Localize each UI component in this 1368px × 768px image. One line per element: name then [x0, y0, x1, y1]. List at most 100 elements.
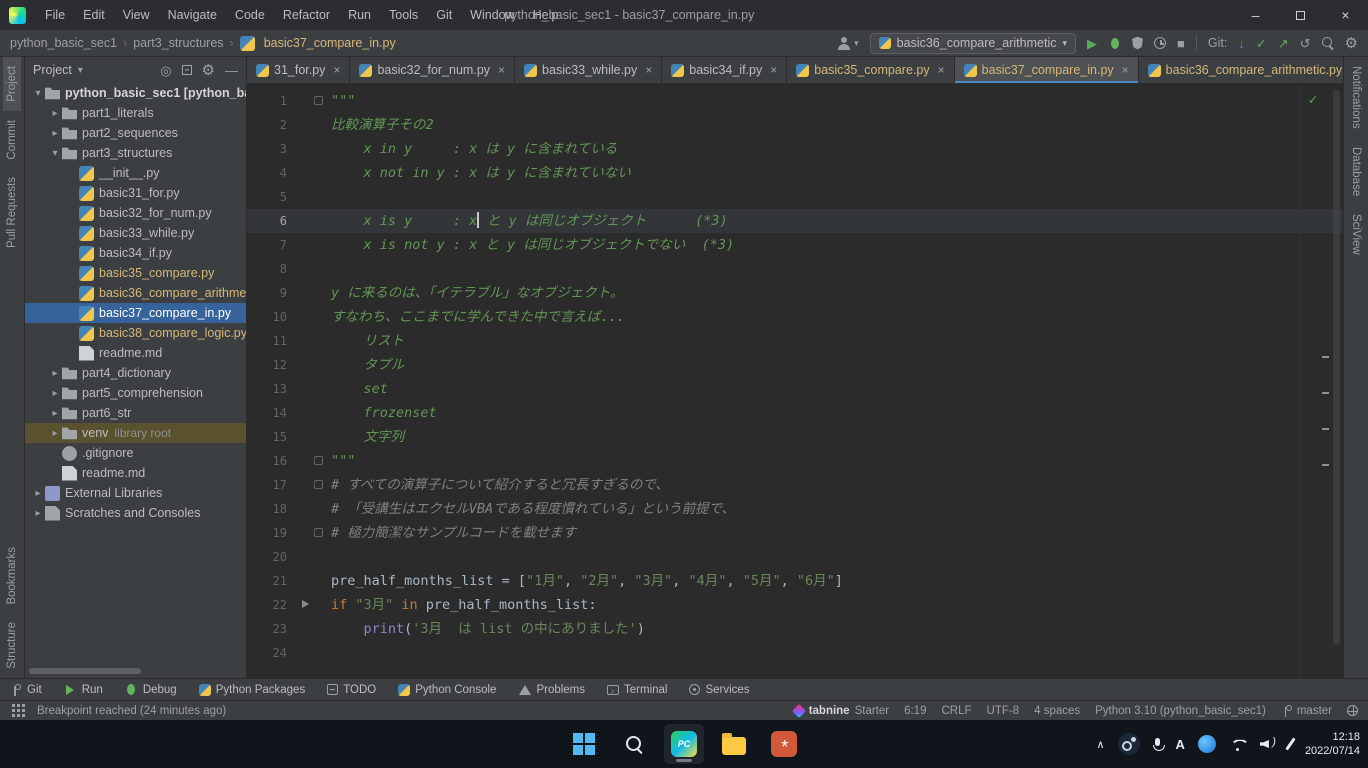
tree-chevron-icon[interactable]: ▾ — [31, 88, 45, 99]
pen-icon[interactable] — [1285, 737, 1295, 750]
editor-tab[interactable]: basic35_compare.py× — [787, 57, 954, 83]
editor-tab[interactable]: basic36_compare_arithmetic.py× — [1139, 57, 1368, 83]
tree-chevron-icon[interactable]: ▸ — [48, 428, 62, 439]
tree-item[interactable]: ▸Scratches and Consoles — [25, 503, 246, 523]
tree-item[interactable]: basic33_while.py — [25, 223, 246, 243]
code-line[interactable]: 23 print('3月 は list の中にありました') — [247, 617, 1343, 641]
explorer-taskbar-button[interactable] — [714, 724, 754, 764]
tree-item[interactable]: ▸External Libraries — [25, 483, 246, 503]
tree-item[interactable]: basic34_if.py — [25, 243, 246, 263]
coverage-button[interactable] — [1132, 37, 1143, 50]
line-number[interactable]: 10 — [247, 305, 287, 329]
tool-button-pull-requests[interactable]: Pull Requests — [3, 168, 21, 257]
toolwindow-button-debug[interactable]: Debug — [125, 683, 177, 696]
tree-item[interactable]: basic38_compare_logic.py — [25, 323, 246, 343]
caret-position[interactable]: 6:19 — [904, 705, 926, 717]
tree-chevron-icon[interactable]: ▸ — [48, 408, 62, 419]
editor-tab[interactable]: basic37_compare_in.py× — [955, 57, 1139, 83]
menu-edit[interactable]: Edit — [74, 0, 114, 30]
breadcrumb-item[interactable]: basic37_compare_in.py — [240, 36, 396, 51]
breadcrumb-item[interactable]: part3_structures — [133, 36, 223, 50]
code-line[interactable]: 20 — [247, 545, 1343, 569]
git-update-button[interactable]: ↓ — [1238, 37, 1245, 50]
close-tab-icon[interactable]: × — [333, 63, 340, 77]
code-line[interactable]: 13 set — [247, 377, 1343, 401]
code-line[interactable]: 22if "3月" in pre_half_months_list: — [247, 593, 1343, 617]
run-button[interactable]: ▶ — [1087, 37, 1097, 50]
status-message[interactable]: Breakpoint reached (24 minutes ago) — [37, 705, 226, 717]
menu-navigate[interactable]: Navigate — [159, 0, 226, 30]
tree-item[interactable]: ▸part6_str — [25, 403, 246, 423]
toolwindow-button-todo[interactable]: TODO — [327, 684, 376, 696]
code-line[interactable]: 12 タプル — [247, 353, 1343, 377]
line-number[interactable]: 21 — [247, 569, 287, 593]
minimize-button[interactable]: – — [1233, 0, 1278, 30]
menu-tools[interactable]: Tools — [380, 0, 427, 30]
code-line[interactable]: 8 — [247, 257, 1343, 281]
tool-button-bookmarks[interactable]: Bookmarks — [3, 538, 21, 614]
pycharm-taskbar-button[interactable] — [664, 724, 704, 764]
user-dropdown[interactable]: ▾ — [837, 37, 859, 50]
breadcrumb-item[interactable]: python_basic_sec1 — [10, 36, 117, 50]
code-line[interactable]: 16""" — [247, 449, 1343, 473]
line-number[interactable]: 4 — [247, 161, 287, 185]
code-line[interactable]: 2比較演算子その2 — [247, 113, 1343, 137]
tree-item[interactable]: readme.md — [25, 343, 246, 363]
stop-button[interactable]: ■ — [1177, 37, 1185, 50]
toolwindow-switcher-icon[interactable] — [12, 704, 15, 707]
toolwindow-button-git[interactable]: Git — [10, 683, 42, 696]
tool-button-sciview[interactable]: SciView — [1347, 205, 1365, 264]
close-tab-icon[interactable]: × — [645, 63, 652, 77]
tree-item[interactable]: basic35_compare.py — [25, 263, 246, 283]
tool-button-project[interactable]: Project — [3, 57, 21, 111]
tree-chevron-icon[interactable]: ▸ — [48, 108, 62, 119]
code-line[interactable]: 1""" — [247, 89, 1343, 113]
tree-item[interactable]: ▾part3_structures — [25, 143, 246, 163]
close-tab-icon[interactable]: × — [498, 63, 505, 77]
settings-gear-icon[interactable]: ⚙ — [1345, 36, 1358, 51]
line-separator[interactable]: CRLF — [941, 705, 971, 717]
hide-panel-button[interactable]: — — [225, 64, 238, 77]
fold-marker-icon[interactable] — [314, 456, 323, 465]
taskbar-clock[interactable]: 12:18 2022/07/14 — [1305, 730, 1360, 759]
close-tab-icon[interactable]: × — [1122, 63, 1129, 77]
code-line[interactable]: 5 — [247, 185, 1343, 209]
wifi-icon[interactable] — [1229, 738, 1247, 751]
tray-expand-button[interactable]: ∧ — [1096, 738, 1104, 751]
taskbar-search-button[interactable] — [614, 724, 654, 764]
file-encoding[interactable]: UTF-8 — [987, 705, 1020, 717]
code-line[interactable]: 15 文字列 — [247, 425, 1343, 449]
tree-chevron-icon[interactable]: ▸ — [48, 368, 62, 379]
chevron-down-icon[interactable]: ▾ — [78, 65, 83, 76]
line-number[interactable]: 5 — [247, 185, 287, 209]
tree-item[interactable]: readme.md — [25, 463, 246, 483]
git-commit-button[interactable]: ✓ — [1256, 37, 1267, 50]
line-number[interactable]: 3 — [247, 137, 287, 161]
panel-settings-button[interactable]: ⚙ — [202, 63, 215, 78]
code-line[interactable]: 17# すべての演算子について紹介すると冗長すぎるので、 — [247, 473, 1343, 497]
editor-tab[interactable]: 31_for.py× — [247, 57, 350, 83]
code-line[interactable]: 19# 極力簡潔なサンプルコードを載せます — [247, 521, 1343, 545]
git-push-button[interactable]: ↗ — [1278, 37, 1289, 50]
debug-button[interactable] — [1108, 37, 1121, 50]
inspection-ok-icon[interactable]: ✓ — [1309, 92, 1317, 108]
code-line[interactable]: 6 x is y : x と y は同じオブジェクト (*3) — [247, 209, 1343, 233]
fold-marker-icon[interactable] — [314, 528, 323, 537]
indent-setting[interactable]: 4 spaces — [1034, 705, 1080, 717]
code-line[interactable]: 14 frozenset — [247, 401, 1343, 425]
editor-scrollbar[interactable] — [1333, 90, 1340, 645]
project-panel-title[interactable]: Project — [33, 63, 72, 77]
line-number[interactable]: 16 — [247, 449, 287, 473]
menu-view[interactable]: View — [114, 0, 159, 30]
start-button[interactable] — [564, 724, 604, 764]
line-number[interactable]: 7 — [247, 233, 287, 257]
code-line[interactable]: 21pre_half_months_list = ["1月", "2月", "3… — [247, 569, 1343, 593]
tree-chevron-icon[interactable]: ▸ — [48, 388, 62, 399]
locate-file-button[interactable]: ◎ — [160, 64, 171, 77]
tree-item[interactable]: ▾python_basic_sec1 [python_basic]D:¥ — [25, 83, 246, 103]
line-number[interactable]: 6 — [247, 209, 287, 233]
close-tab-icon[interactable]: × — [938, 63, 945, 77]
code-line[interactable]: 18# 「受講生はエクセルVBAである程度慣れている」という前提で、 — [247, 497, 1343, 521]
blue-app-icon[interactable] — [1198, 735, 1216, 753]
ime-indicator[interactable]: A — [1176, 737, 1185, 752]
